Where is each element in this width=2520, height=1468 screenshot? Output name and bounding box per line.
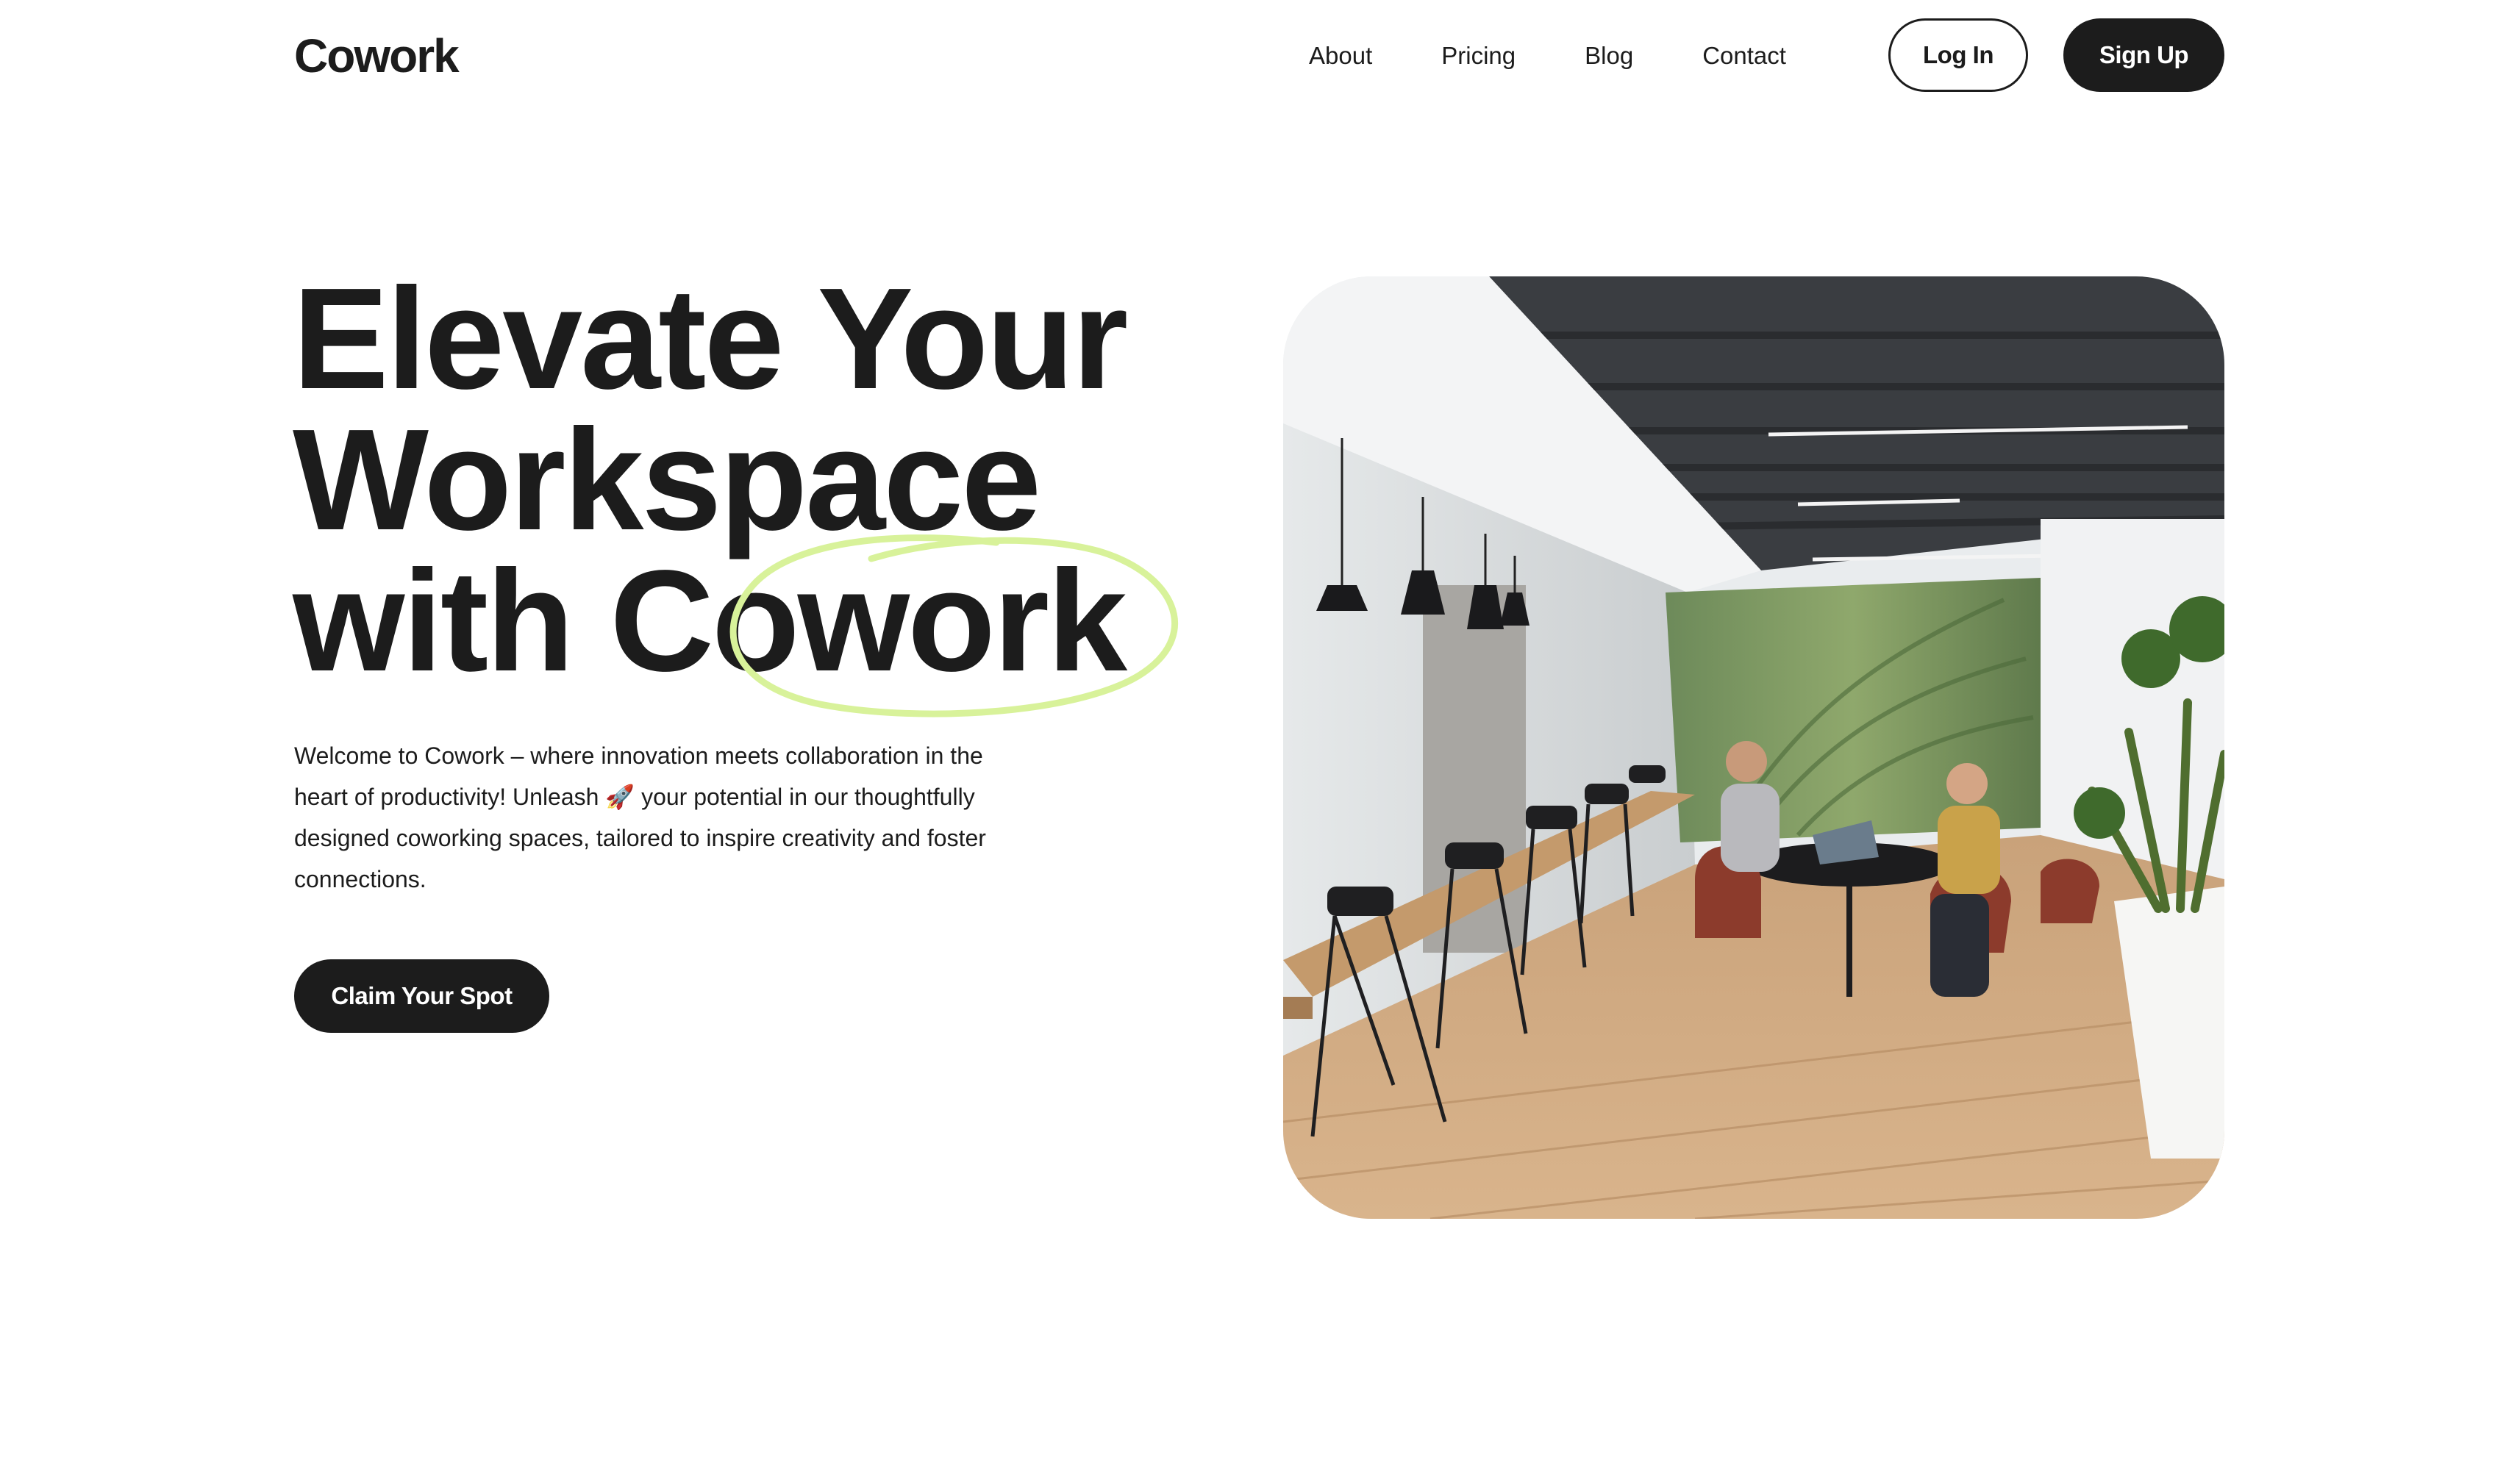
headline-line-3: with Cowork: [293, 549, 1249, 693]
office-illustration: [1283, 276, 2224, 1219]
nav-link-contact[interactable]: Contact: [1702, 35, 1786, 76]
claim-spot-button[interactable]: Claim Your Spot: [294, 959, 549, 1033]
login-button[interactable]: Log In: [1888, 18, 2028, 92]
brand-logo[interactable]: Cowork: [294, 26, 460, 85]
nav-link-pricing[interactable]: Pricing: [1441, 35, 1516, 76]
headline-line-3-prefix: with: [293, 540, 610, 701]
coworking-office-photo: [1283, 276, 2224, 1219]
headline-highlight-word: Cowork: [610, 540, 1127, 701]
nav-links: About Pricing Blog Contact: [1309, 35, 1855, 76]
hero-description: Welcome to Cowork – where innovation mee…: [294, 742, 986, 892]
headline-line-1: Elevate Your: [293, 258, 1128, 419]
top-navbar: Cowork About Pricing Blog Contact Log In…: [0, 0, 2520, 110]
signup-button[interactable]: Sign Up: [2063, 18, 2224, 92]
nav-link-blog[interactable]: Blog: [1585, 35, 1633, 76]
headline-line-2: Workspace: [293, 399, 1041, 560]
nav-link-about[interactable]: About: [1309, 35, 1372, 76]
hero-headline: Elevate Your Workspace with Cowork: [293, 258, 1249, 693]
